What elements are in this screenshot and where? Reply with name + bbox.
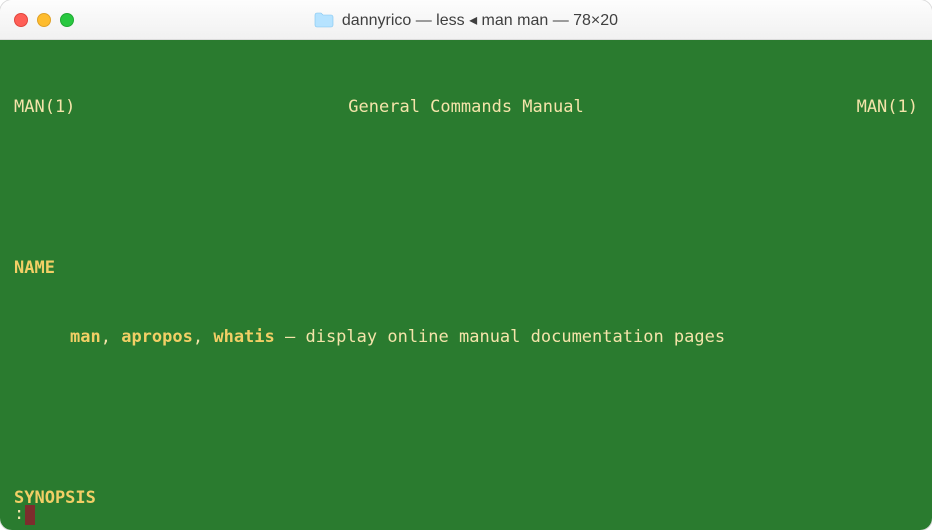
terminal-content[interactable]: MAN(1) General Commands Manual MAN(1) NA… [0, 40, 932, 530]
minimize-icon[interactable] [37, 13, 51, 27]
terminal-window: dannyrico — less ◂ man man — 78×20 MAN(1… [0, 0, 932, 530]
cmd-apropos: apropos [121, 327, 193, 347]
titlebar[interactable]: dannyrico — less ◂ man man — 78×20 [0, 0, 932, 40]
window-title: dannyrico — less ◂ man man — 78×20 [342, 10, 618, 30]
zoom-icon[interactable] [60, 13, 74, 27]
prompt-colon: : [14, 503, 24, 526]
cmd-whatis: whatis [213, 327, 274, 347]
less-prompt[interactable]: : [14, 503, 35, 526]
window-title-wrap: dannyrico — less ◂ man man — 78×20 [0, 10, 932, 30]
close-icon[interactable] [14, 13, 28, 27]
section-name-heading: NAME [14, 258, 55, 278]
folder-icon [314, 12, 334, 28]
cmd-man: man [70, 327, 101, 347]
traffic-lights [14, 13, 74, 27]
name-desc: – display online manual documentation pa… [275, 327, 725, 347]
cursor-icon [25, 505, 35, 525]
name-line: man, apropos, whatis – display online ma… [14, 326, 918, 349]
header-left: MAN(1) [14, 96, 75, 119]
header-right: MAN(1) [857, 96, 918, 119]
header-center: General Commands Manual [348, 96, 583, 119]
manpage-header: MAN(1) General Commands Manual MAN(1) [14, 96, 918, 119]
